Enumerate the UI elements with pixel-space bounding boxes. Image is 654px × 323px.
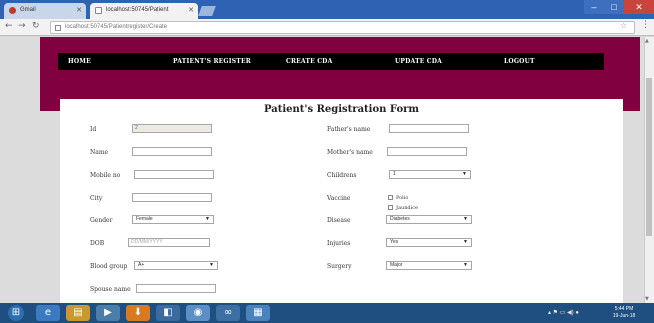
vaccine-label: Vaccine [327,195,351,202]
nav-update-cda[interactable]: UPDATE CDA [395,58,442,65]
vaccine-jaundice-label: Jaundice [396,205,418,211]
name-label: Name [90,149,109,156]
maximize-window-icon[interactable]: □ [604,0,624,14]
dropdown-arrow-icon: ▼ [209,262,214,268]
bookmark-star-icon[interactable]: ☆ [620,21,627,30]
disease-label: Disease [327,217,351,224]
spouse-label: Spouse name [90,286,131,293]
browser-menu-icon[interactable]: ⋮ [641,20,650,30]
disease-value: Diabetes [390,216,410,222]
new-tab-button[interactable] [198,6,216,16]
nav-logout[interactable]: LOGOUT [504,58,535,65]
taskbar-clock[interactable]: 5:44 PM 19-Jun-18 [604,306,644,320]
scroll-down-arrow-icon[interactable]: ▼ [645,296,649,302]
file-explorer-icon[interactable]: ▤ [66,305,90,321]
reload-icon[interactable]: ↻ [32,21,40,31]
dropdown-arrow-icon: ▼ [463,216,468,222]
tab-close-icon[interactable]: ✕ [76,6,82,14]
dropdown-arrow-icon: ▼ [463,239,468,245]
internet-explorer-icon[interactable]: e [36,305,60,321]
nav-home[interactable]: HOME [68,58,91,65]
address-bar[interactable]: localhost:50745/Patientregister/Create [50,21,635,34]
page-favicon-icon [95,7,102,14]
dropdown-arrow-icon: ▼ [462,171,467,177]
visual-studio-icon[interactable]: ◧ [156,305,180,321]
dropdown-arrow-icon: ▼ [463,262,468,268]
surgery-label: Surgery [327,263,352,270]
vaccine-polio-label: Polio [396,195,409,201]
mobile-field[interactable] [134,170,214,179]
media-player-icon[interactable]: ▶ [96,305,120,321]
id-label: Id [90,126,97,133]
gender-label: Gender [90,217,113,224]
browser-tab-gmail[interactable]: Gmail ✕ [4,3,86,19]
address-url: localhost:50745/Patientregister/Create [65,24,168,30]
disease-select[interactable]: Diabetes ▼ [386,215,472,224]
injuries-label: Injuries [327,240,351,247]
gmail-favicon-icon [9,7,16,14]
start-button-icon[interactable]: ⊞ [8,305,24,321]
page-viewport: HOME PATIENT'S REGISTER CREATE CDA UPDAT… [0,37,644,303]
browser-toolbar: ← → ↻ localhost:50745/Patientregister/Cr… [0,19,654,36]
sql-server-icon[interactable]: ▦ [246,305,270,321]
dob-label: DOB [90,240,105,247]
mother-label: Mother's name [327,149,373,156]
close-window-icon[interactable]: ✕ [624,0,654,14]
childrens-select[interactable]: 1 ▼ [389,170,471,179]
clock-time: 5:44 PM [614,306,634,312]
blood-group-value: A+ [138,262,145,268]
tab-close-icon[interactable]: ✕ [188,6,194,14]
mobile-label: Mobile no [90,172,121,179]
id-field: 2 [132,124,212,133]
gender-select[interactable]: Female ▼ [132,215,214,224]
scrollbar-thumb[interactable] [646,78,652,236]
back-arrow-icon[interactable]: ← [5,21,13,31]
clock-date: 19-Jun-18 [612,313,636,319]
dropdown-arrow-icon: ▼ [205,216,210,222]
nav-create-cda[interactable]: CREATE CDA [286,58,332,65]
city-label: City [90,195,103,202]
gender-value: Female [136,216,153,222]
father-field[interactable] [389,124,469,133]
browser-tab-strip: Gmail ✕ localhost:50745/Patient ✕ – □ ✕ [0,0,654,19]
scroll-up-arrow-icon[interactable]: ▲ [645,38,649,44]
forward-arrow-icon[interactable]: → [18,21,26,31]
spouse-field[interactable] [136,284,216,293]
blood-group-select[interactable]: A+ ▼ [134,261,218,270]
injuries-value: Yes [390,239,399,245]
surgery-value: Major [390,262,403,268]
injuries-select[interactable]: Yes ▼ [386,238,472,247]
surgery-select[interactable]: Major ▼ [386,261,472,270]
city-field[interactable] [132,193,212,202]
father-label: Father's name [327,126,371,133]
page-info-icon[interactable] [55,25,61,31]
chrome-icon[interactable]: ◉ [186,305,210,321]
childrens-value: 1 [393,171,396,177]
registration-form: Patient's Registration Form Id 2 Name Mo… [60,99,623,303]
minimize-window-icon[interactable]: – [584,0,604,14]
browser-tab-localhost[interactable]: localhost:50745/Patient ✕ [90,3,198,19]
mother-field[interactable] [387,147,467,156]
nav-patients-register[interactable]: PATIENT'S REGISTER [173,58,251,65]
downloads-icon[interactable]: ⬇ [126,305,150,321]
network-app-icon[interactable]: ∞ [216,305,240,321]
tab-label: localhost:50745/Patient [106,7,169,13]
form-title: Patient's Registration Form [264,104,419,115]
site-navbar: HOME PATIENT'S REGISTER CREATE CDA UPDAT… [58,53,604,70]
vaccine-polio-checkbox[interactable] [388,195,393,200]
dob-field[interactable]: DD/MM/YYYY [128,238,210,247]
name-field[interactable] [132,147,212,156]
childrens-label: Childrens [327,172,357,179]
windows-taskbar: ⊞ e ▤ ▶ ⬇ ◧ ◉ ∞ ▦ ▴ ⚑ ▭ ◀) ● 5:44 PM 19-… [0,303,654,323]
vaccine-jaundice-checkbox[interactable] [388,205,393,210]
tab-label: Gmail [20,7,36,13]
system-tray-icons[interactable]: ▴ ⚑ ▭ ◀) ● [548,309,579,316]
blood-group-label: Blood group [90,263,128,270]
